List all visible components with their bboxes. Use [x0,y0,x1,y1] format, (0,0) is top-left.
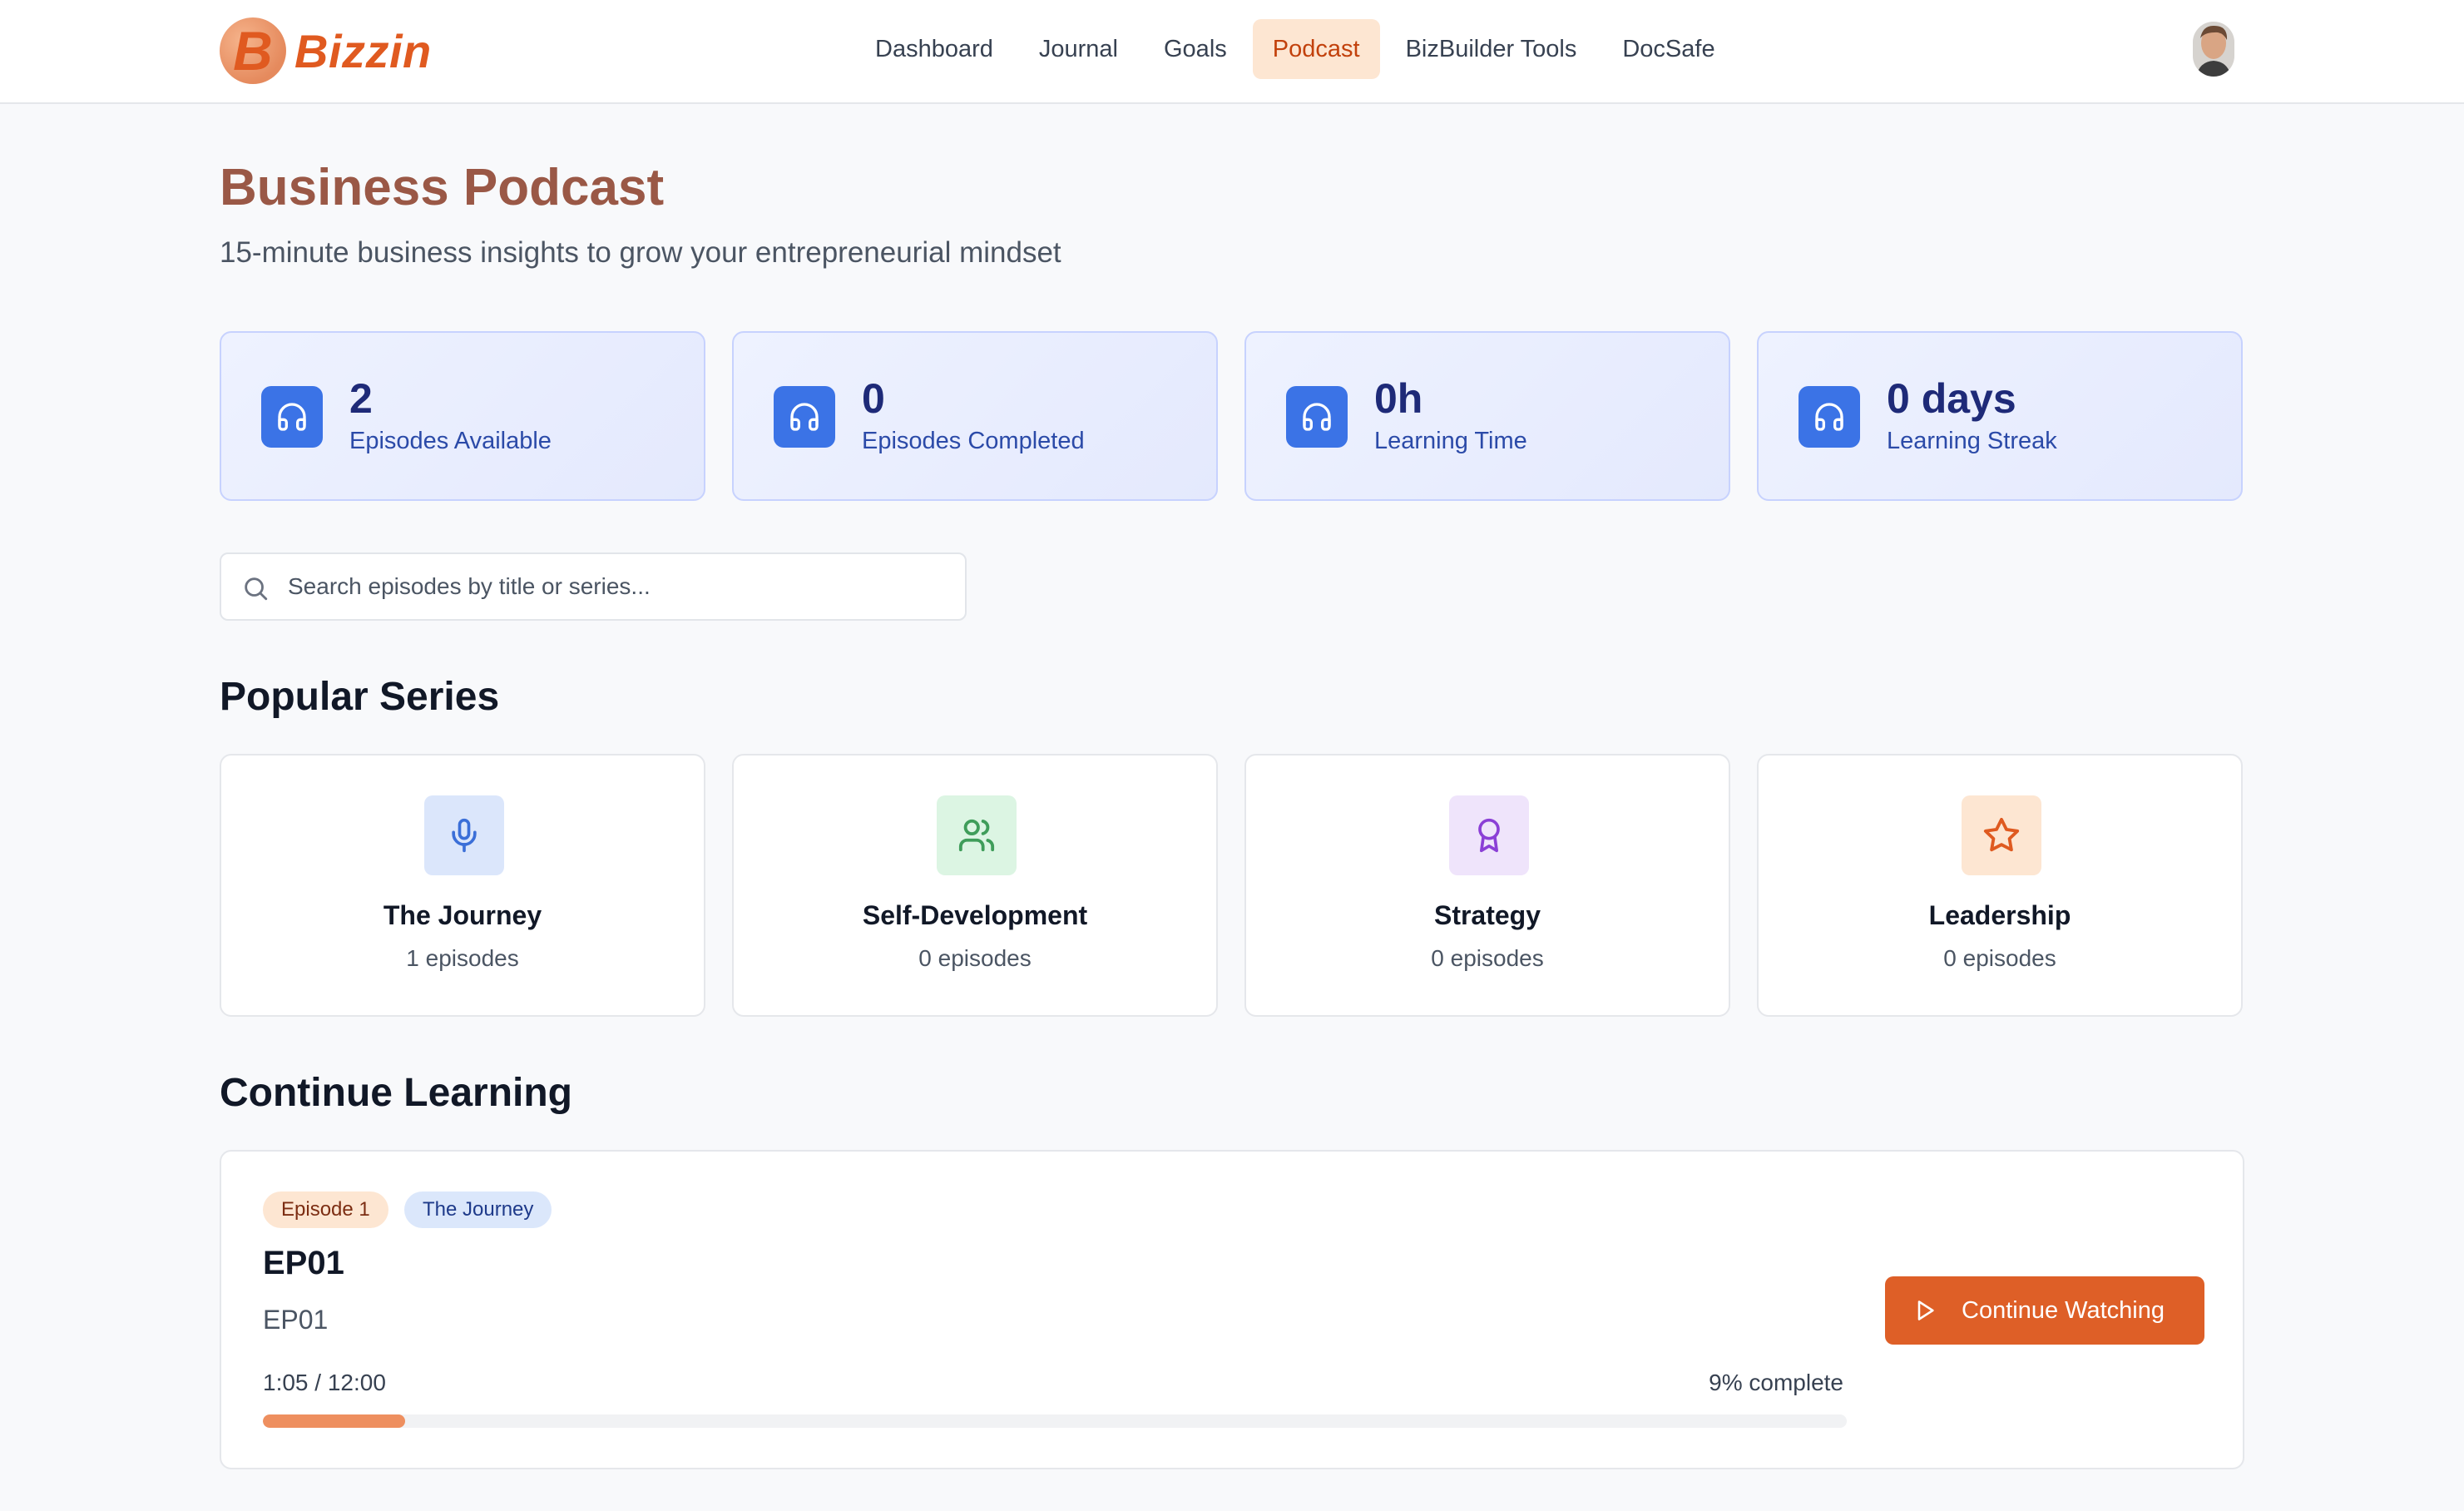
series-card-strategy[interactable]: Strategy 0 episodes [1244,754,1730,1017]
search-box [220,552,967,621]
nav-item-journal[interactable]: Journal [1019,19,1138,79]
nav-item-docsafe[interactable]: DocSafe [1602,19,1734,79]
brand-name: Bizzin [294,24,432,77]
series-badge: The Journey [404,1191,552,1228]
microphone-icon [424,795,504,875]
page-title: Business Podcast [220,159,665,216]
series-name: Leadership [1928,900,2071,930]
user-avatar[interactable] [2193,22,2234,77]
series-episode-count: 0 episodes [918,945,1032,971]
series-episode-count: 0 episodes [1943,945,2056,971]
headphones-icon [1799,386,1860,448]
episode-title: EP01 [263,1245,344,1281]
nav-item-goals[interactable]: Goals [1144,19,1247,79]
brand-mark-icon: B [220,17,286,84]
series-card-self-development[interactable]: Self-Development 0 episodes [732,754,1218,1017]
series-name: Strategy [1433,900,1541,930]
continue-learning-heading: Continue Learning [220,1071,572,1115]
award-icon [1449,795,1529,875]
nav-item-dashboard[interactable]: Dashboard [855,19,1013,79]
stat-card-episodes-available: 2 Episodes Available [220,331,705,501]
series-name: The Journey [383,900,542,930]
series-episode-count: 1 episodes [406,945,519,971]
top-navigation-bar: B Bizzin Dashboard Journal Goals Podcast… [0,0,2464,104]
popular-series-heading: Popular Series [220,675,500,719]
stat-value: 2 [349,375,373,422]
page-subtitle: 15-minute business insights to grow your… [220,236,1061,269]
episode-progress-fill [263,1414,406,1428]
continue-watching-button[interactable]: Continue Watching [1885,1276,2204,1345]
stat-label: Learning Streak [1887,428,2057,454]
play-icon [1917,1300,1934,1320]
stat-card-learning-time: 0h Learning Time [1244,331,1730,501]
stat-label: Episodes Available [349,428,552,454]
stat-value: 0 days [1887,375,2016,422]
stat-value: 0 [862,375,885,422]
episode-badge: Episode 1 [263,1191,388,1228]
nav-item-bizbuilder-tools[interactable]: BizBuilder Tools [1386,19,1597,79]
series-episode-count: 0 episodes [1431,945,1544,971]
search-input[interactable] [288,554,953,619]
episode-percent-complete: 9% complete [1709,1370,1843,1395]
headphones-icon [1286,386,1348,448]
stat-card-learning-streak: 0 days Learning Streak [1757,331,2243,501]
nav-item-podcast[interactable]: Podcast [1252,19,1380,79]
continue-learning-card: Episode 1 The Journey EP01 EP01 1:05 / 1… [220,1150,2244,1469]
continue-watching-label: Continue Watching [1962,1296,2165,1324]
series-card-the-journey[interactable]: The Journey 1 episodes [220,754,705,1017]
stat-card-episodes-completed: 0 Episodes Completed [732,331,1218,501]
stat-label: Learning Time [1374,428,1527,454]
series-name: Self-Development [862,900,1088,930]
episode-progress-bar [263,1414,1847,1428]
episode-time: 1:05 / 12:00 [263,1370,386,1395]
stat-label: Episodes Completed [862,428,1085,454]
users-icon [937,795,1017,875]
episode-description: EP01 [263,1305,329,1335]
stat-value: 0h [1374,375,1423,422]
series-card-leadership[interactable]: Leadership 0 episodes [1757,754,2243,1017]
brand-logo[interactable]: B Bizzin [220,17,432,85]
headphones-icon [261,386,323,448]
star-icon [1962,795,2041,875]
headphones-icon [774,386,835,448]
main-nav: Dashboard Journal Goals Podcast BizBuild… [855,18,1741,80]
search-icon [245,577,268,601]
